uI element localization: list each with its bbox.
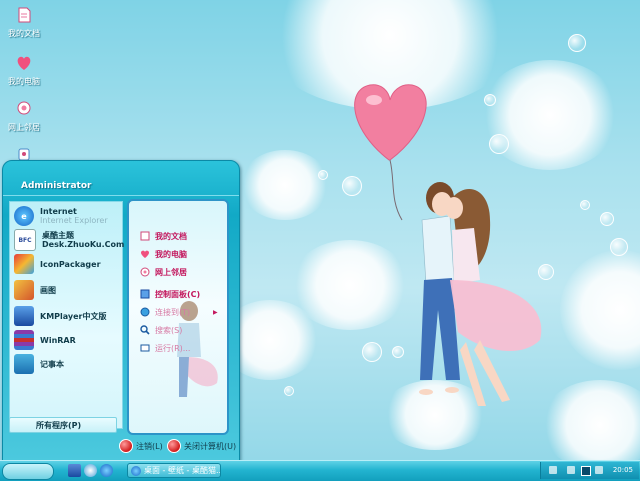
start-menu: Administrator e Internet Internet Explore…: [2, 160, 240, 462]
user-name: Administrator: [21, 181, 92, 191]
desktop-icon-network[interactable]: 网上邻居: [4, 98, 44, 133]
place-network[interactable]: 网上邻居: [139, 265, 187, 279]
desktop-icon-my-computer[interactable]: 我的电脑: [4, 52, 44, 87]
program-internet[interactable]: e Internet Internet Explorer: [14, 206, 108, 226]
program-subtitle: Internet Explorer: [40, 216, 108, 225]
program-subtitle: Desk.ZhuoKu.Com: [42, 240, 125, 249]
place-my-computer[interactable]: 我的电脑: [139, 247, 187, 261]
desktop-icon-label: 网上邻居: [8, 123, 40, 132]
submenu-arrow-icon: ▶: [213, 308, 218, 316]
power-icon: [167, 439, 181, 453]
iconpackager-icon: [14, 254, 34, 274]
program-kmplayer[interactable]: KMPlayer中文版: [14, 306, 107, 326]
start-button[interactable]: [2, 463, 54, 480]
network-icon: [139, 266, 151, 278]
program-title: WinRAR: [40, 335, 76, 345]
place-label: 我的文档: [155, 231, 187, 241]
heart-icon: [139, 248, 151, 260]
system-tray: 20:05: [540, 462, 639, 479]
taskbar-window-title: 桌面 - 壁纸 - 桌酷猫...: [144, 466, 221, 475]
program-notepad[interactable]: 记事本: [14, 354, 64, 374]
program-winrar[interactable]: WinRAR: [14, 330, 76, 350]
logoff-label: 注销(L): [136, 441, 163, 451]
program-title: IconPackager: [40, 259, 101, 269]
zhuoku-icon: BFC: [14, 229, 36, 251]
logoff-button[interactable]: 注销(L): [119, 439, 163, 453]
pinned-programs-panel: e Internet Internet Explorer BFC 桌酷主题 Desk…: [9, 201, 125, 429]
logoff-icon: [119, 439, 133, 453]
place-label: 网上邻居: [155, 267, 187, 277]
quicklaunch-ie-icon[interactable]: [100, 464, 113, 477]
place-connect-to[interactable]: 连接到(T) ▶: [139, 305, 218, 319]
program-title: 桌酷主题: [42, 231, 74, 240]
couple-illustration: [354, 84, 542, 406]
place-my-documents[interactable]: 我的文档: [139, 229, 187, 243]
tray-monitor-icon[interactable]: [581, 466, 591, 476]
ie-icon: e: [14, 206, 34, 226]
clock: 20:05: [612, 466, 633, 474]
program-title: 画图: [40, 285, 56, 295]
ie-icon: [131, 466, 141, 476]
place-label: 我的电脑: [155, 249, 187, 259]
program-title: 记事本: [40, 359, 64, 369]
globe-icon: [139, 306, 151, 318]
program-title: Internet: [40, 207, 77, 216]
places-panel: 我的文档 我的电脑 网上邻居 控制面板(C) 连接到(T) ▶ 搜索(S) 运行…: [127, 199, 229, 435]
place-search[interactable]: 搜索(S): [139, 323, 182, 337]
notepad-icon: [14, 354, 34, 374]
tray-network-icon[interactable]: [549, 466, 557, 474]
tray-app-icon[interactable]: [595, 466, 603, 474]
kmplayer-icon: [14, 306, 34, 326]
control-panel-icon: [139, 288, 151, 300]
network-icon: [13, 98, 35, 120]
search-icon: [139, 324, 151, 336]
program-zhuoku[interactable]: BFC 桌酷主题 Desk.ZhuoKu.Com: [14, 229, 125, 251]
winrar-icon: [14, 330, 34, 350]
all-programs-label: 所有程序(P): [36, 420, 82, 430]
quicklaunch-media-icon[interactable]: [84, 464, 97, 477]
computer-heart-icon: [13, 52, 35, 74]
place-label: 搜索(S): [155, 325, 183, 335]
place-label: 运行(R)...: [155, 343, 191, 353]
desktop-icon-label: 我的电脑: [8, 77, 40, 86]
taskbar-window-button[interactable]: 桌面 - 壁纸 - 桌酷猫...: [127, 463, 221, 478]
tray-volume-icon[interactable]: [567, 466, 575, 474]
program-title: KMPlayer中文版: [40, 311, 107, 321]
start-menu-footer: 注销(L) 关闭计算机(U): [3, 431, 239, 461]
place-label: 控制面板(C): [155, 289, 201, 299]
documents-icon: [139, 230, 151, 242]
place-control-panel[interactable]: 控制面板(C): [139, 287, 200, 301]
start-menu-header: Administrator: [3, 161, 239, 196]
place-run[interactable]: 运行(R)...: [139, 341, 190, 355]
documents-icon: [13, 4, 35, 26]
desktop-icon-label: 我的文档: [8, 29, 40, 38]
shutdown-label: 关闭计算机(U): [184, 441, 237, 451]
paint-icon: [14, 280, 34, 300]
shutdown-button[interactable]: 关闭计算机(U): [167, 439, 236, 453]
run-icon: [139, 342, 151, 354]
program-paint[interactable]: 画图: [14, 280, 56, 300]
taskbar: 桌面 - 壁纸 - 桌酷猫... 20:05: [0, 460, 640, 481]
place-label: 连接到(T): [155, 307, 191, 317]
quicklaunch-show-desktop-icon[interactable]: [68, 464, 81, 477]
desktop-icon-my-documents[interactable]: 我的文档: [4, 4, 44, 39]
program-iconpackager[interactable]: IconPackager: [14, 254, 101, 274]
